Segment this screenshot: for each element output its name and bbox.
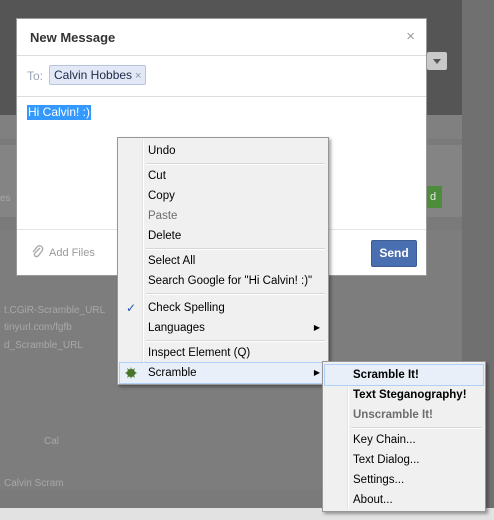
menu-item-select-all[interactable]: Select All: [120, 251, 326, 271]
search-google-label: Search Google for "Hi Calvin! :)": [148, 275, 313, 287]
settings-label: Settings...: [353, 474, 405, 486]
about-label: About...: [353, 494, 393, 506]
add-files-link[interactable]: Add Files: [31, 245, 95, 259]
menu-item-key-chain[interactable]: Key Chain...: [325, 430, 483, 450]
menu-item-copy[interactable]: Copy: [120, 186, 326, 206]
recipient-name: Calvin Hobbes: [54, 68, 133, 82]
languages-label: Languages: [148, 322, 205, 334]
menu-item-paste: Paste: [120, 206, 326, 226]
cut-label: Cut: [148, 170, 166, 182]
close-icon[interactable]: ×: [406, 28, 415, 45]
background-green-button: d: [424, 186, 442, 208]
menu-item-undo[interactable]: Undo: [120, 141, 326, 161]
paperclip-icon: [32, 245, 44, 258]
background-dropdown: [427, 52, 447, 70]
delete-label: Delete: [148, 230, 182, 242]
undo-label: Undo: [148, 145, 176, 157]
menu-item-cut[interactable]: Cut: [120, 166, 326, 186]
scramble-addon-icon: [125, 367, 137, 379]
send-button[interactable]: Send: [371, 240, 417, 267]
message-text-selected[interactable]: Hi Calvin! :): [27, 105, 92, 120]
submenu-arrow-icon: ▶: [313, 323, 320, 332]
select-all-label: Select All: [148, 255, 196, 267]
paste-label: Paste: [148, 210, 178, 222]
submenu-arrow-icon: ▶: [313, 368, 320, 377]
menu-item-settings[interactable]: Settings...: [325, 470, 483, 490]
menu-item-unscramble-it: Unscramble It!: [325, 405, 483, 425]
copy-label: Copy: [148, 190, 175, 202]
menu-item-inspect-element[interactable]: Inspect Element (Q): [120, 343, 326, 363]
scramble-it-label: Scramble It!: [353, 369, 419, 381]
menu-item-delete[interactable]: Delete: [120, 226, 326, 246]
to-field[interactable]: To: Calvin Hobbes ×: [17, 56, 426, 97]
menu-item-scramble[interactable]: Scramble ▶: [119, 362, 327, 384]
dialog-header: New Message ×: [17, 19, 426, 56]
menu-item-about[interactable]: About...: [325, 490, 483, 510]
context-menu: Undo Cut Copy Paste Delete Select All Se…: [117, 137, 329, 385]
to-label: To:: [27, 69, 44, 83]
scramble-submenu: Scramble It! Text Steganography! Unscram…: [322, 361, 486, 512]
menu-item-scramble-it[interactable]: Scramble It!: [324, 364, 484, 386]
menu-item-check-spelling[interactable]: ✓ Check Spelling: [120, 298, 326, 318]
inspect-element-label: Inspect Element (Q): [148, 347, 251, 359]
menu-item-languages[interactable]: Languages ▶: [120, 318, 326, 338]
checkmark-icon: ✓: [126, 301, 137, 315]
add-files-label: Add Files: [49, 247, 95, 259]
text-steganography-label: Text Steganography!: [353, 389, 467, 401]
menu-item-text-dialog[interactable]: Text Dialog...: [325, 450, 483, 470]
remove-token-icon[interactable]: ×: [135, 70, 141, 82]
recipient-token[interactable]: Calvin Hobbes ×: [49, 65, 147, 85]
text-dialog-label: Text Dialog...: [353, 454, 420, 466]
scramble-label: Scramble: [148, 367, 197, 379]
unscramble-it-label: Unscramble It!: [353, 409, 433, 421]
check-spelling-label: Check Spelling: [148, 302, 225, 314]
dialog-title: New Message: [30, 30, 116, 45]
menu-item-text-steganography[interactable]: Text Steganography!: [325, 385, 483, 405]
key-chain-label: Key Chain...: [353, 434, 416, 446]
menu-item-search-google[interactable]: Search Google for "Hi Calvin! :)": [120, 271, 326, 291]
